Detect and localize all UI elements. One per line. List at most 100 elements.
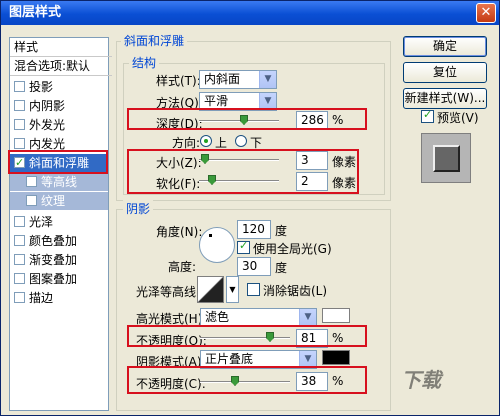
angle-input[interactable]: 120	[237, 220, 271, 239]
highlight-color-swatch[interactable]	[322, 308, 350, 323]
style-item-drop-shadow[interactable]: 投影	[10, 78, 108, 96]
shadow-mode-select[interactable]: 正片叠底 ▼	[200, 350, 317, 369]
style-item-label: 外发光	[29, 118, 66, 132]
checkbox[interactable]	[14, 235, 25, 246]
style-item-bevel-emboss[interactable]: 斜面和浮雕	[10, 154, 108, 172]
direction-label: 方向:	[172, 136, 201, 150]
highlight-opacity-input[interactable]: 81	[296, 329, 328, 348]
checkbox[interactable]	[14, 119, 25, 130]
direction-down-radio[interactable]	[235, 135, 247, 147]
style-item-gradient-overlay[interactable]: 渐变叠加	[10, 251, 108, 269]
checkbox[interactable]	[14, 254, 25, 265]
shadow-mode-label: 阴影模式(A):	[136, 355, 206, 369]
checkbox[interactable]	[26, 176, 37, 187]
style-item-label: 等高线	[41, 175, 78, 189]
bevel-group-title: 斜面和浮雕	[121, 32, 188, 49]
style-item-label: 光泽	[29, 215, 54, 229]
slider-track	[199, 159, 279, 161]
highlight-opacity-unit: %	[332, 331, 344, 345]
chevron-down-icon: ▼	[299, 351, 316, 368]
slider-track	[199, 120, 279, 122]
angle-dial[interactable]	[199, 227, 235, 263]
checkbox[interactable]	[14, 81, 25, 92]
size-input[interactable]: 3	[296, 151, 328, 170]
reset-button[interactable]: 复位	[403, 62, 487, 83]
style-item-label: 投影	[29, 80, 54, 94]
new-style-button[interactable]: 新建样式(W)...	[403, 88, 487, 109]
slider-thumb[interactable]	[266, 332, 274, 342]
chevron-down-icon: ▼	[259, 93, 276, 110]
direction-down-label: 下	[250, 136, 263, 150]
shadow-opacity-input[interactable]: 38	[296, 372, 328, 391]
antialias-label: 消除锯齿(L)	[263, 284, 328, 298]
blending-options-item[interactable]: 混合选项:默认	[10, 57, 112, 76]
depth-input[interactable]: 286	[296, 111, 328, 130]
style-item-label: 图案叠加	[29, 272, 78, 286]
style-item-label: 内阴影	[29, 99, 66, 113]
size-slider[interactable]	[199, 154, 279, 164]
global-light-checkbox[interactable]	[237, 239, 250, 254]
depth-label: 深度(D):	[156, 117, 203, 131]
structure-group-title: 结构	[129, 54, 160, 71]
shadow-opacity-label: 不透明度(C):	[136, 377, 206, 391]
chevron-down-icon[interactable]: ▼	[226, 276, 239, 303]
gloss-contour-label: 光泽等高线:	[136, 285, 201, 299]
style-select[interactable]: 内斜面 ▼	[199, 70, 277, 89]
technique-select[interactable]: 平滑 ▼	[199, 92, 277, 111]
soften-input[interactable]: 2	[296, 172, 328, 191]
highlight-mode-select[interactable]: 滤色 ▼	[200, 308, 317, 327]
checkbox[interactable]	[14, 100, 25, 111]
technique-select-value: 平滑	[204, 94, 229, 108]
shadow-opacity-slider[interactable]	[200, 376, 290, 386]
direction-up-radio[interactable]	[200, 135, 212, 147]
style-item-texture[interactable]: 纹理	[10, 192, 108, 210]
close-icon[interactable]: ✕	[476, 3, 496, 23]
altitude-label: 高度:	[168, 260, 197, 274]
style-item-outer-glow[interactable]: 外发光	[10, 116, 108, 134]
checkbox[interactable]	[14, 273, 25, 284]
style-item-label: 颜色叠加	[29, 234, 78, 248]
style-item-pattern-overlay[interactable]: 图案叠加	[10, 270, 108, 288]
slider-thumb[interactable]	[231, 376, 239, 386]
global-light-label: 使用全局光(G)	[253, 242, 332, 256]
slider-thumb[interactable]	[240, 115, 248, 125]
checkbox[interactable]	[14, 138, 25, 149]
slider-track	[200, 381, 290, 383]
style-item-contour[interactable]: 等高线	[10, 173, 108, 191]
soften-label: 软化(F):	[156, 177, 201, 191]
shadow-color-swatch[interactable]	[322, 350, 350, 365]
size-unit: 像素	[332, 155, 357, 169]
slider-thumb[interactable]	[208, 175, 216, 185]
preview-checkbox[interactable]	[421, 108, 434, 123]
style-item-label: 斜面和浮雕	[29, 156, 90, 170]
style-item-inner-glow[interactable]: 内发光	[10, 135, 108, 153]
soften-unit: 像素	[332, 176, 357, 190]
highlight-opacity-label: 不透明度(O):	[136, 334, 207, 348]
checkbox[interactable]	[14, 292, 25, 303]
title-bar: 图层样式 ✕	[1, 1, 499, 25]
style-item-label: 纹理	[41, 194, 66, 208]
style-list-header[interactable]: 样式	[10, 38, 112, 57]
highlight-mode-label: 高光模式(H):	[136, 312, 207, 326]
style-item-color-overlay[interactable]: 颜色叠加	[10, 232, 108, 250]
antialias-checkbox[interactable]	[247, 283, 260, 296]
checkbox[interactable]	[14, 216, 25, 227]
style-label: 样式(T):	[156, 74, 201, 88]
style-item-satin[interactable]: 光泽	[10, 213, 108, 231]
altitude-input[interactable]: 30	[237, 257, 271, 276]
style-item-inner-shadow[interactable]: 内阴影	[10, 97, 108, 115]
highlight-opacity-slider[interactable]	[200, 332, 290, 342]
slider-thumb[interactable]	[201, 154, 209, 164]
style-list: 样式 混合选项:默认 投影 内阴影 外发光 内发光 斜面和浮雕 等高线 纹理 光…	[9, 37, 112, 411]
depth-slider[interactable]	[199, 115, 279, 125]
checkbox-checked[interactable]	[14, 154, 25, 172]
chevron-down-icon: ▼	[259, 71, 276, 88]
ok-button[interactable]: 确定	[403, 36, 487, 57]
size-label: 大小(Z):	[156, 156, 202, 170]
gloss-contour-swatch[interactable]	[197, 276, 224, 303]
checkbox[interactable]	[26, 195, 37, 206]
soften-slider[interactable]	[199, 175, 279, 185]
style-item-label: 渐变叠加	[29, 253, 78, 267]
style-item-stroke[interactable]: 描边	[10, 289, 108, 307]
slider-track	[200, 337, 290, 339]
